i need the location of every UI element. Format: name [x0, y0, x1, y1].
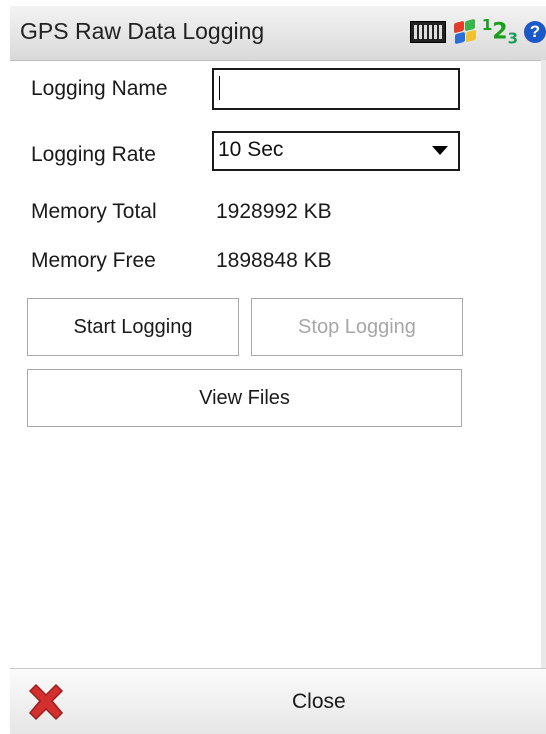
logging-rate-select[interactable]: 10 Sec [212, 131, 460, 171]
close-button[interactable]: Close [292, 690, 346, 714]
gps-raw-data-logging-screen: GPS Raw Data Logging 123 ? Logging Name … [0, 0, 546, 734]
window-title: GPS Raw Data Logging [20, 18, 265, 44]
logging-rate-value: 10 Sec [218, 138, 284, 161]
memory-free-label: Memory Free [31, 249, 156, 272]
red-x-icon[interactable] [24, 681, 68, 725]
start-logging-button[interactable]: Start Logging [27, 298, 239, 356]
stop-logging-button[interactable]: Stop Logging [251, 298, 463, 356]
windows-flag-icon[interactable] [452, 18, 476, 45]
title-bar: GPS Raw Data Logging 123 ? [10, 6, 546, 61]
input-mode-icon[interactable]: 123 [482, 16, 518, 48]
logging-name-input[interactable] [212, 68, 460, 110]
memory-free-value: 1898848 KB [216, 249, 332, 272]
text-caret [219, 76, 220, 100]
logging-rate-label: Logging Rate [31, 143, 156, 166]
system-tray: 123 ? [409, 15, 546, 49]
help-icon[interactable]: ? [524, 21, 546, 43]
memory-total-label: Memory Total [31, 200, 157, 223]
dropdown-arrow-icon[interactable] [432, 146, 448, 155]
bottom-command-bar: Close [10, 668, 546, 734]
memory-total-value: 1928992 KB [216, 200, 332, 223]
keyboard-icon[interactable] [409, 21, 446, 43]
scrollbar-track[interactable] [541, 60, 546, 670]
logging-name-label: Logging Name [31, 77, 168, 100]
view-files-button[interactable]: View Files [27, 369, 462, 427]
